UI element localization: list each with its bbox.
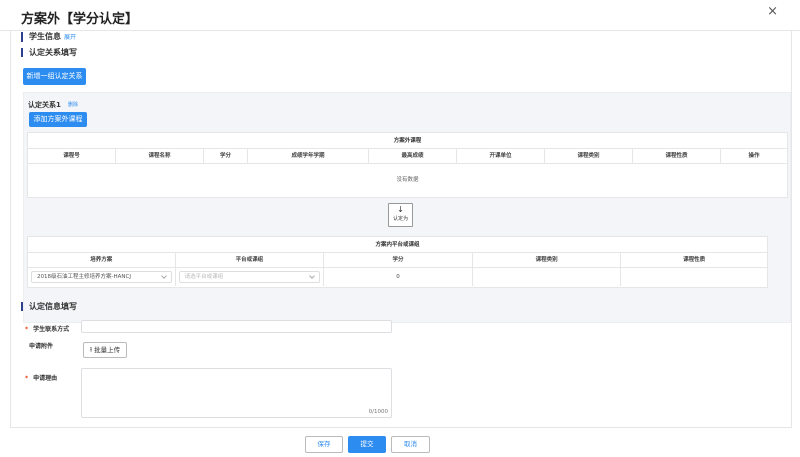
column-header: 操作 (748, 153, 760, 159)
category-cell (473, 268, 622, 286)
outside-course-table: 方案外课程 课程号 课程名称 学分 成绩学年学期 最高成绩 开课单位 课程类别 … (27, 132, 788, 198)
column-header: 课程性质 (633, 149, 721, 163)
inside-table-header: 培养方案 平台或课组 学分 课程类别 课程性质 (28, 253, 767, 268)
expand-link[interactable]: 展开 (64, 34, 76, 41)
platform-select[interactable]: 请选平台或课组 (178, 271, 321, 283)
footer-divider (10, 427, 792, 428)
column-header: 课程性质 (683, 257, 706, 263)
outside-table-caption: 方案外课程 (28, 133, 787, 149)
contact-label-text: 学生联系方式 (33, 326, 70, 333)
inside-table-caption: 方案内平台或课组 (28, 237, 767, 253)
arrow-down-icon: ↓ (397, 205, 404, 214)
column-header: 最高成绩 (369, 149, 457, 163)
relation-group-1: 认定关系1 删除 添加方案外课程 方案外课程 课程号 课程名称 学分 成绩学年学… (23, 92, 791, 323)
column-header: 课程名称 (116, 149, 204, 163)
column-header: 课程号 (28, 149, 116, 163)
attachment-label: 申请附件 (29, 343, 54, 350)
column-header: 学分 (204, 149, 248, 163)
relation-section-title: 认定关系填写 (29, 48, 77, 57)
dialog-content: 学生信息 展开 认定关系填写 新增一组认定关系 认定关系1 删除 添加方案外课程 … (10, 31, 792, 427)
table-row: 2018级石油工程主修培养方案-HANCJ 请选平台或课组 0 (28, 268, 767, 286)
platform-cell: 请选平台或课组 (176, 268, 325, 286)
close-icon[interactable]: × (767, 4, 778, 19)
column-header: 课程类别 (473, 253, 622, 267)
student-info-title: 学生信息 (29, 32, 61, 41)
info-section-heading: 认定信息填写 (21, 302, 77, 311)
add-relation-group-button[interactable]: 新增一组认定关系 (23, 68, 86, 85)
delete-relation-link[interactable]: 删除 (68, 101, 78, 108)
info-section-title: 认定信息填写 (29, 302, 77, 311)
chevron-down-icon (160, 273, 167, 279)
column-header: 平台或课组 (176, 253, 325, 267)
plan-select[interactable]: 2018级石油工程主修培养方案-HANCJ (31, 271, 172, 283)
contact-label: * 学生联系方式 (25, 324, 69, 333)
character-counter: 0/1000 (368, 409, 388, 415)
add-outside-course-button[interactable]: 添加方案外课程 (29, 112, 87, 127)
reason-label: * 申请理由 (25, 373, 57, 382)
platform-select-placeholder: 请选平台或课组 (184, 274, 224, 280)
relation-section-heading: 认定关系填写 (21, 48, 77, 57)
relation-title: 认定关系1 (28, 101, 61, 109)
column-header: 课程类别 (545, 149, 633, 163)
save-button[interactable]: 保存 (305, 436, 343, 453)
column-header: 培养方案 (28, 253, 176, 267)
recognize-as-label: 认定为 (392, 216, 408, 222)
reason-textarea[interactable]: 0/1000 (81, 368, 392, 418)
credit-cell: 0 (324, 268, 473, 286)
dialog-title: 方案外【学分认定】 (21, 12, 139, 27)
upload-icon: ⭱ (89, 346, 93, 354)
cancel-button[interactable]: 取消 (391, 436, 430, 453)
column-header: 开课单位 (457, 149, 545, 163)
required-marker: * (25, 375, 29, 382)
plan-select-value: 2018级石油工程主修培养方案-HANCJ (37, 274, 131, 280)
upload-button-label: 批量上传 (94, 346, 121, 354)
required-marker: * (25, 326, 29, 333)
credit-recognition-dialog: 方案外【学分认定】 × 学生信息 展开 认定关系填写 新增一组认定关系 认定关系1… (0, 0, 800, 457)
outside-table-header: 课程号 课程名称 学分 成绩学年学期 最高成绩 开课单位 课程类别 课程性质 操… (28, 149, 787, 164)
student-info-heading: 学生信息 展开 (21, 32, 76, 42)
column-header: 成绩学年学期 (248, 149, 369, 163)
empty-table-text: 没有数据 (396, 177, 419, 183)
submit-button[interactable]: 提交 (348, 436, 386, 453)
batch-upload-button[interactable]: ⭱ 批量上传 (83, 342, 127, 358)
chevron-down-icon (309, 273, 316, 279)
inside-plan-table: 方案内平台或课组 培养方案 平台或课组 学分 课程类别 课程性质 2018级石油… (27, 236, 768, 288)
plan-cell: 2018级石油工程主修培养方案-HANCJ (28, 268, 176, 286)
contact-input[interactable] (81, 320, 392, 333)
nature-cell (621, 268, 767, 286)
recognize-as-button[interactable]: ↓ 认定为 (388, 203, 413, 227)
column-header: 学分 (324, 253, 473, 267)
reason-label-text: 申请理由 (33, 375, 58, 382)
